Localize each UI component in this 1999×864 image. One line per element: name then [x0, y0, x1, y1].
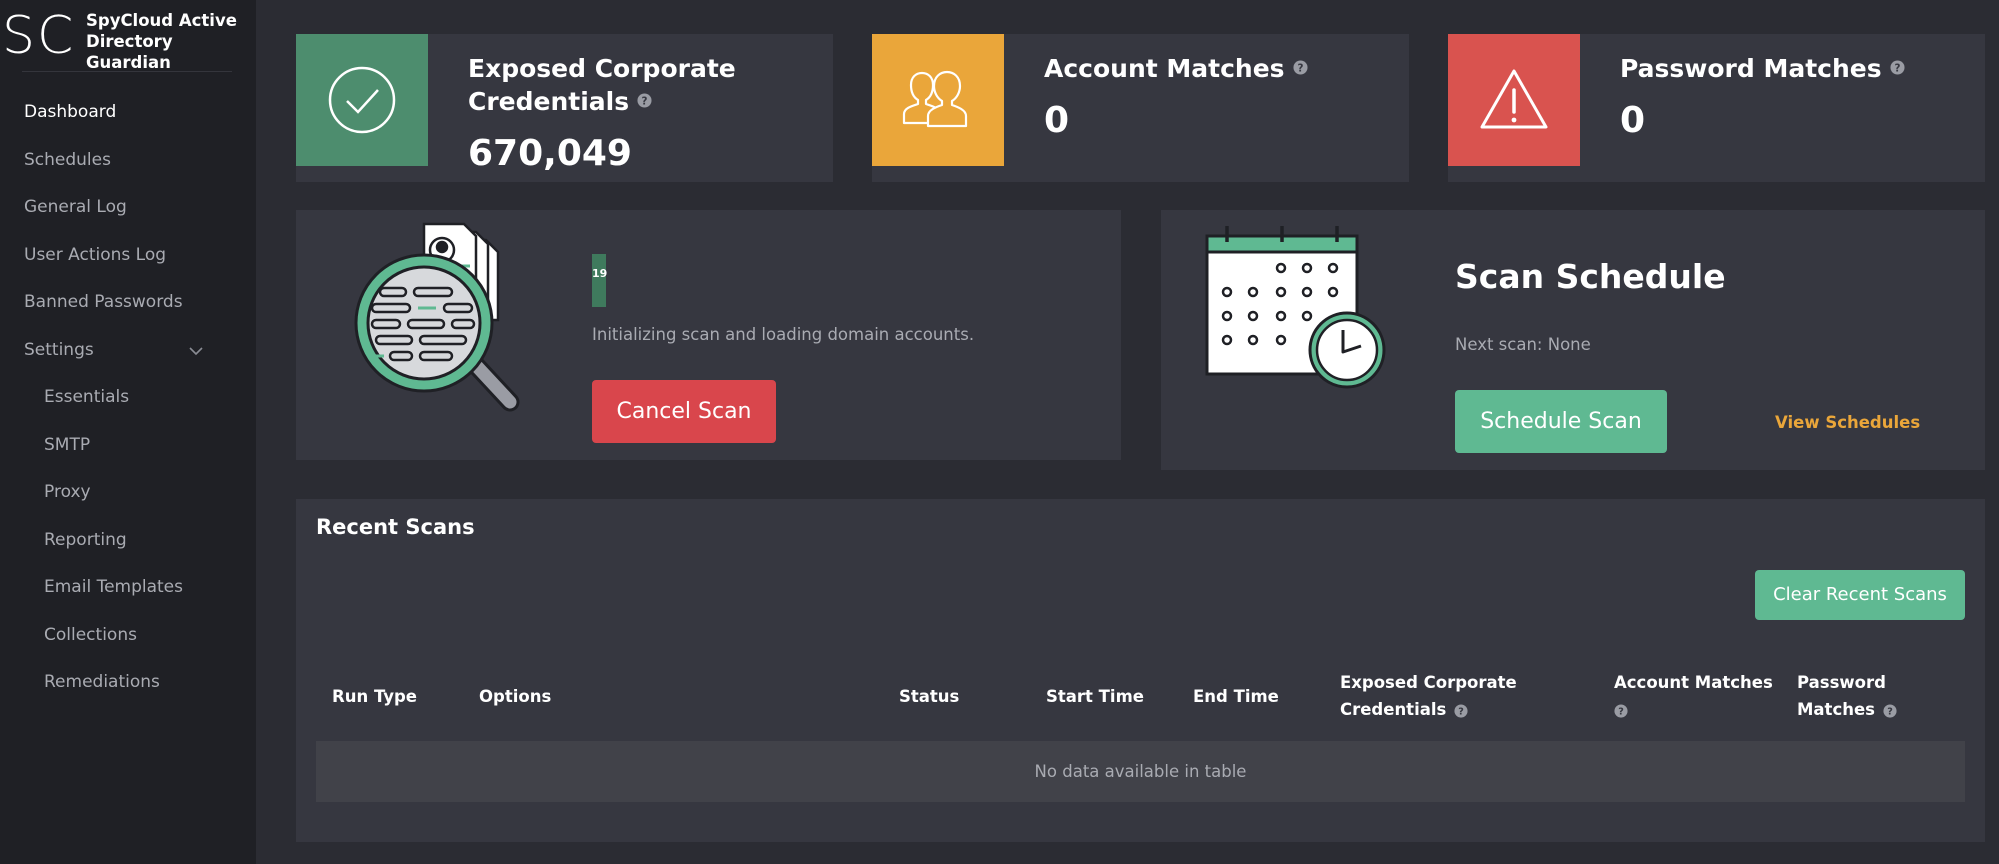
svg-text:?: ?	[1618, 706, 1624, 717]
sidebar-item-user-actions-log[interactable]: User Actions Log	[0, 232, 256, 280]
stat-card-exposed-credentials: Exposed Corporate Credentials? 670,049	[296, 34, 833, 182]
column-header-start-time[interactable]: Start Time	[1046, 683, 1144, 710]
column-header-account-matches[interactable]: Account Matches ?	[1614, 669, 1773, 723]
stat-card-account-matches: Account Matches? 0	[872, 34, 1409, 182]
sidebar-item-label: User Actions Log	[24, 244, 167, 265]
stat-icon-box	[872, 34, 1004, 166]
svg-text:?: ?	[642, 95, 648, 107]
svg-text:?: ?	[1894, 62, 1900, 74]
scan-progress-label: 19	[592, 267, 608, 280]
logo-mark: SC	[2, 6, 76, 66]
stat-icon-box	[1448, 34, 1580, 166]
sidebar-item-label: Dashboard	[24, 102, 117, 122]
next-scan-text: Next scan: None	[1455, 335, 1591, 354]
stat-title-line2: Credentials	[468, 87, 630, 116]
stat-icon-box	[296, 34, 428, 166]
help-icon[interactable]: ?	[1454, 703, 1468, 718]
sidebar-item-label: Reporting	[44, 529, 127, 550]
stat-card-password-matches: Password Matches? 0	[1448, 34, 1985, 182]
magnifier-document-icon	[354, 222, 520, 412]
sidebar-item-label: Schedules	[24, 149, 111, 170]
help-icon[interactable]: ?	[1890, 59, 1905, 75]
calendar-clock-icon	[1205, 226, 1386, 389]
sidebar-item-label: Banned Passwords	[24, 292, 183, 312]
users-icon	[902, 70, 968, 128]
sidebar-item-reporting[interactable]: Reporting	[0, 517, 256, 565]
recent-scans-title: Recent Scans	[316, 515, 475, 539]
stat-title-line1: Exposed Corporate	[468, 54, 736, 83]
sidebar-item-label: Email Templates	[44, 577, 183, 597]
sidebar-item-label: Collections	[44, 624, 137, 645]
app-title: SpyCloud Active Directory Guardian	[86, 11, 237, 72]
recent-scans-panel: Recent Scans Clear Recent Scans Run Type…	[296, 499, 1985, 842]
column-header-line1: Password	[1797, 673, 1886, 692]
sidebar-item-banned-passwords[interactable]: Banned Passwords	[0, 279, 256, 327]
sidebar-item-essentials[interactable]: Essentials	[0, 374, 256, 422]
app-logo[interactable]: SC SpyCloud Active Directory Guardian	[0, 6, 256, 72]
help-icon[interactable]: ?	[637, 92, 652, 108]
sidebar-item-settings[interactable]: Settings	[0, 327, 256, 375]
sidebar-item-collections[interactable]: Collections	[0, 612, 256, 660]
column-header-line1: Exposed Corporate	[1340, 673, 1517, 692]
schedule-title: Scan Schedule	[1455, 257, 1726, 296]
stat-value: 0	[1620, 100, 1646, 141]
empty-table-text: No data available in table	[1034, 762, 1247, 781]
scan-panel: 19 Initializing scan and loading domain …	[296, 210, 1121, 460]
sidebar-item-label: Proxy	[44, 482, 91, 502]
column-header-status[interactable]: Status	[899, 683, 959, 710]
schedule-panel: Scan Schedule Next scan: None Schedule S…	[1161, 210, 1985, 470]
table-empty-row: No data available in table	[316, 741, 1965, 802]
sidebar: SC SpyCloud Active Directory Guardian Da…	[0, 0, 256, 864]
column-header-line2: Matches	[1797, 700, 1875, 719]
sidebar-item-label: Essentials	[44, 387, 130, 407]
column-header-exposed-credentials[interactable]: Exposed Corporate Credentials?	[1340, 669, 1517, 723]
help-icon[interactable]: ?	[1293, 59, 1308, 75]
warning-icon	[1480, 69, 1548, 129]
scan-status-text: Initializing scan and loading domain acc…	[592, 325, 975, 344]
svg-text:?: ?	[1887, 706, 1893, 717]
svg-text:?: ?	[1297, 62, 1303, 74]
sidebar-item-smtp[interactable]: SMTP	[0, 422, 256, 470]
sidebar-item-label: Settings	[24, 339, 94, 360]
stat-title: Password Matches?	[1620, 52, 1905, 85]
column-header-options[interactable]: Options	[479, 683, 551, 710]
sidebar-divider	[22, 71, 232, 72]
view-schedules-link[interactable]: View Schedules	[1775, 413, 1920, 432]
sidebar-item-dashboard[interactable]: Dashboard	[0, 89, 256, 137]
stat-title: Account Matches?	[1044, 52, 1308, 85]
help-icon[interactable]: ?	[1883, 703, 1897, 718]
check-circle-icon	[328, 66, 396, 134]
sidebar-item-proxy[interactable]: Proxy	[0, 469, 256, 517]
column-header-line1: Account Matches	[1614, 673, 1773, 692]
stat-value: 0	[1044, 100, 1070, 141]
sidebar-item-general-log[interactable]: General Log	[0, 184, 256, 232]
sidebar-item-remediations[interactable]: Remediations	[0, 659, 256, 707]
chevron-down-icon	[189, 346, 203, 355]
sidebar-item-label: SMTP	[44, 434, 91, 455]
sidebar-item-schedules[interactable]: Schedules	[0, 137, 256, 185]
column-header-line2: Credentials	[1340, 700, 1447, 719]
column-header-run-type[interactable]: Run Type	[332, 683, 417, 710]
schedule-scan-button[interactable]: Schedule Scan	[1455, 390, 1667, 453]
clear-recent-scans-button[interactable]: Clear Recent Scans	[1755, 570, 1965, 620]
stat-title: Exposed Corporate Credentials?	[468, 52, 736, 118]
sidebar-item-label: Remediations	[44, 672, 160, 692]
stat-title-text: Account Matches	[1044, 54, 1285, 83]
sidebar-item-email-templates[interactable]: Email Templates	[0, 564, 256, 612]
column-header-password-matches[interactable]: Password Matches?	[1797, 669, 1897, 723]
sidebar-item-label: General Log	[24, 197, 127, 217]
sidebar-nav: Dashboard Schedules General Log User Act…	[0, 89, 256, 707]
help-icon[interactable]: ?	[1614, 703, 1628, 718]
stat-value: 670,049	[468, 133, 632, 174]
column-header-end-time[interactable]: End Time	[1193, 683, 1279, 710]
svg-text:?: ?	[1459, 706, 1465, 717]
scan-progress-bar: 19	[592, 254, 608, 307]
stat-title-text: Password Matches	[1620, 54, 1882, 83]
cancel-scan-button[interactable]: Cancel Scan	[592, 380, 776, 443]
